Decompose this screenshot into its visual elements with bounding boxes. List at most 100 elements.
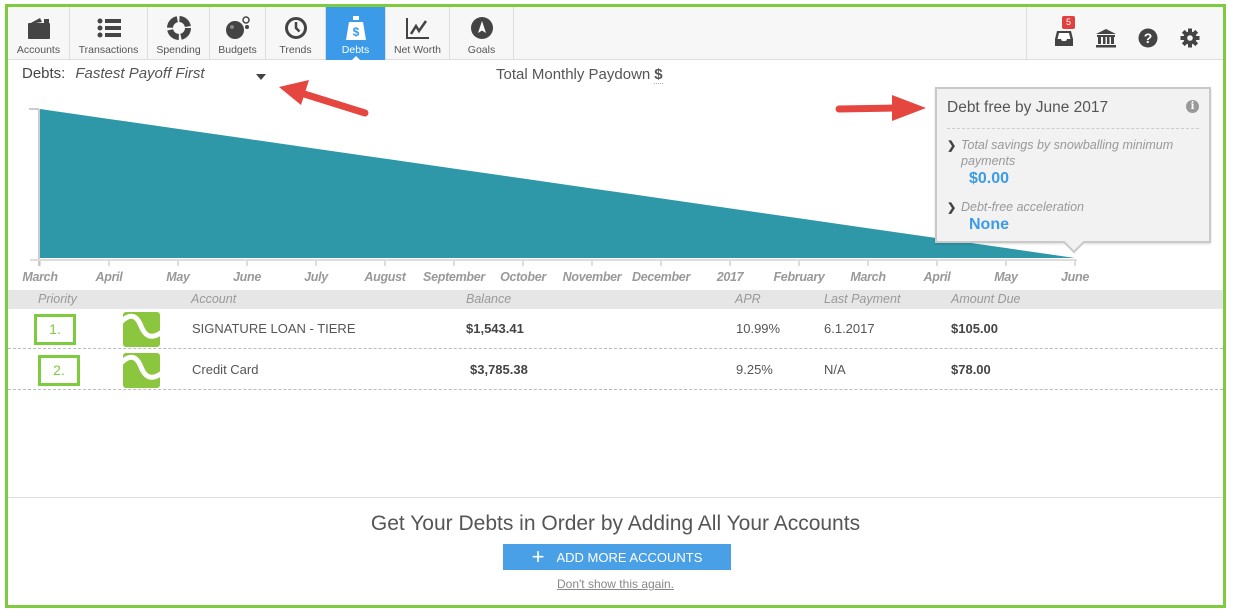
x-tick-label: December — [631, 270, 691, 284]
header-priority[interactable]: Priority — [38, 292, 77, 306]
x-tick-label: April — [923, 270, 951, 284]
account-name[interactable]: Credit Card — [192, 362, 258, 377]
header-balance[interactable]: Balance — [466, 292, 511, 306]
apr: 9.25% — [736, 362, 773, 377]
nav-label: Goals — [467, 44, 496, 56]
nav-label: Budgets — [218, 44, 257, 56]
plus-icon: + — [531, 544, 545, 569]
info-icon[interactable]: i — [1186, 100, 1199, 113]
svg-text:$: $ — [352, 25, 359, 39]
app-frame: Accounts Transactions Spending Budgets T… — [5, 4, 1226, 608]
x-tick-label: March — [22, 270, 58, 284]
nav-label: Transactions — [78, 44, 139, 56]
savings-label: Total savings by snowballing minimum pay… — [961, 138, 1174, 168]
inbox-icon — [1055, 30, 1073, 46]
compass-icon — [470, 15, 494, 41]
chevron-right-icon: ❯ — [947, 202, 957, 214]
line-chart-icon — [405, 15, 431, 41]
debt-free-tooltip: Debt free by June 2017 i ❯ Total savings… — [935, 87, 1211, 243]
debt-balance-area[interactable] — [40, 109, 1075, 258]
main-nav: Accounts Transactions Spending Budgets T… — [8, 7, 514, 61]
table-row[interactable]: 1. SIGNATURE LOAN - TIERE $1,543.41 10.9… — [8, 309, 1223, 349]
priority-box[interactable]: 1. — [34, 314, 76, 345]
bank-icon — [1096, 28, 1116, 47]
help-button[interactable]: ? — [1137, 27, 1159, 49]
acceleration-section[interactable]: ❯ Debt-free acceleration None — [947, 199, 1201, 234]
notification-badge: 5 — [1062, 15, 1076, 29]
balance: $3,785.38 — [470, 362, 528, 377]
divider — [1026, 7, 1027, 60]
annotation-arrow-left — [279, 80, 369, 117]
nav-debts[interactable]: $ Debts — [326, 7, 386, 61]
savings-section[interactable]: ❯ Total savings by snowballing minimum p… — [947, 137, 1201, 188]
x-tick-label: April — [95, 270, 123, 284]
header-last-payment[interactable]: Last Payment — [824, 292, 900, 306]
nav-label: Net Worth — [393, 44, 442, 56]
settings-button[interactable] — [1179, 27, 1201, 49]
gear-icon — [1180, 28, 1200, 47]
apr: 10.99% — [736, 321, 781, 336]
top-nav-bar: Accounts Transactions Spending Budgets T… — [8, 7, 1223, 61]
amount-due: $105.00 — [951, 321, 998, 336]
header-apr[interactable]: APR — [735, 292, 761, 306]
amount-due: $78.00 — [951, 362, 991, 377]
divider — [8, 497, 1223, 498]
paydown-amount-edit[interactable]: $ — [654, 66, 663, 84]
wallet-icon — [26, 15, 52, 41]
last-payment: N/A — [824, 362, 846, 377]
institutions-button[interactable] — [1095, 27, 1117, 49]
balance: $1,543.41 — [466, 321, 524, 336]
debts-header: Debts: Fastest Payoff First — [22, 65, 205, 82]
cta-title: Get Your Debts in Order by Adding All Yo… — [370, 512, 861, 535]
nav-goals[interactable]: Goals — [450, 7, 514, 60]
last-payment: 6.1.2017 — [824, 321, 875, 336]
nav-label: Accounts — [16, 44, 61, 56]
table-row[interactable]: 2. Credit Card $3,785.38 9.25% N/A $78.0… — [8, 350, 1223, 390]
paydown-label: Total Monthly Paydown — [496, 66, 651, 83]
nav-spending[interactable]: Spending — [148, 7, 210, 60]
x-tick-label: September — [423, 270, 485, 284]
dismiss-area: Don't show this again. — [8, 577, 1223, 591]
debts-table-header: Priority Account Balance APR Last Paymen… — [8, 290, 1223, 309]
debts-label: Debts: — [22, 65, 66, 82]
dont-show-again-link[interactable]: Don't show this again. — [557, 577, 674, 591]
x-tick-label: 2017 — [716, 270, 744, 284]
nav-transactions[interactable]: Transactions — [70, 7, 148, 60]
nav-label: Spending — [156, 44, 201, 56]
institution-logo-icon — [123, 353, 160, 388]
nav-trends[interactable]: Trends — [266, 7, 326, 60]
svg-text:?: ? — [1144, 30, 1153, 46]
add-accounts-label: ADD MORE ACCOUNTS — [556, 549, 703, 565]
account-name[interactable]: SIGNATURE LOAN - TIERE — [192, 321, 356, 336]
institution-logo-icon — [123, 312, 160, 347]
priority-box[interactable]: 2. — [38, 355, 80, 386]
nav-net-worth[interactable]: Net Worth — [386, 7, 450, 60]
header-amount-due[interactable]: Amount Due — [951, 292, 1020, 306]
money-bag-icon: $ — [345, 15, 367, 41]
chevron-down-icon[interactable] — [256, 74, 266, 80]
acceleration-value: None — [969, 216, 1009, 233]
debt-free-date: Debt free by June 2017 — [947, 99, 1109, 116]
x-tick-label: March — [850, 270, 886, 284]
inbox-button[interactable]: 5 — [1053, 15, 1076, 49]
savings-value: $0.00 — [969, 170, 1010, 187]
nav-label: Debts — [341, 44, 370, 56]
utility-tools: 5 ? — [1053, 7, 1201, 60]
nav-budgets[interactable]: Budgets — [210, 7, 266, 60]
divider — [947, 128, 1199, 129]
bomb-icon — [225, 15, 251, 41]
strategy-select[interactable]: Fastest Payoff First — [75, 65, 204, 82]
x-tick-label: June — [1061, 270, 1089, 284]
x-tick-label: October — [500, 270, 546, 284]
acceleration-label: Debt-free acceleration — [961, 200, 1084, 214]
x-tick-label: November — [562, 270, 622, 284]
nav-accounts[interactable]: Accounts — [8, 7, 70, 60]
x-tick-label: May — [166, 270, 190, 284]
x-tick-label: May — [994, 270, 1018, 284]
x-tick-label: July — [304, 270, 328, 284]
pie-icon — [166, 15, 191, 41]
clock-icon — [284, 15, 308, 41]
x-tick-label: February — [773, 270, 825, 284]
add-more-accounts-button[interactable]: + ADD MORE ACCOUNTS — [503, 544, 731, 570]
header-account[interactable]: Account — [191, 292, 236, 306]
